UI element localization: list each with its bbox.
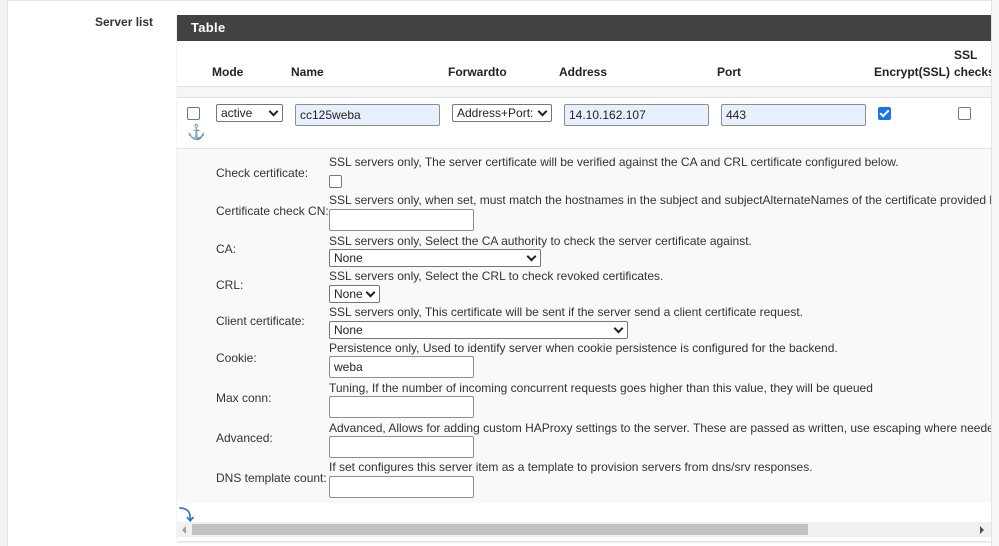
cookie-label: Cookie: xyxy=(216,351,257,365)
check-certificate-help: SSL servers only, The server certificate… xyxy=(329,155,899,169)
anchor-icon[interactable]: ⚓ xyxy=(187,123,206,141)
server-details: SSL servers only, The server certificate… xyxy=(177,149,991,503)
crl-select[interactable]: None xyxy=(329,285,380,303)
crl-help: SSL servers only, Select the CRL to chec… xyxy=(329,269,664,283)
server-list-label: Server list xyxy=(95,15,154,29)
port-input[interactable]: 443 xyxy=(721,104,866,126)
chevron-down-icon xyxy=(365,287,376,298)
panel-title: Table xyxy=(177,15,991,41)
dns-template-count-input[interactable] xyxy=(329,476,474,498)
row-select-checkbox[interactable] xyxy=(187,107,200,120)
chevron-down-icon xyxy=(613,323,624,334)
crl-select-value: None xyxy=(334,287,363,301)
column-header-mode: Mode xyxy=(212,65,244,79)
column-header-port: Port xyxy=(717,65,741,79)
top-divider xyxy=(7,0,999,1)
chevron-down-icon xyxy=(268,106,279,117)
column-header-ssl-checks-line2: checks xyxy=(954,65,991,79)
client-certificate-help: SSL servers only, This certificate will … xyxy=(329,305,803,319)
column-header-name: Name xyxy=(291,65,324,79)
advanced-input[interactable] xyxy=(329,436,474,458)
certificate-check-cn-label: Certificate check CN: xyxy=(216,204,329,218)
left-border xyxy=(0,0,8,546)
ca-label: CA: xyxy=(216,242,237,256)
chevron-down-icon xyxy=(537,106,548,117)
cookie-help: Persistence only, Used to identify serve… xyxy=(329,341,838,355)
chevron-down-icon xyxy=(526,251,537,262)
crl-label: CRL: xyxy=(216,278,244,292)
certificate-check-cn-input[interactable] xyxy=(329,209,474,231)
server-list-panel: Table Mode Name Forwardto Address Port E… xyxy=(177,15,991,541)
dns-template-count-label: DNS template count: xyxy=(216,471,327,485)
name-input[interactable]: cc125weba xyxy=(295,104,440,126)
check-certificate-label: Check certificate: xyxy=(216,166,309,180)
column-header-encrypt-ssl: Encrypt(SSL) xyxy=(874,65,951,79)
column-header-forwardto: Forwardto xyxy=(448,65,507,79)
column-header-ssl-checks-line1: SSL xyxy=(954,48,978,62)
mode-select[interactable]: active xyxy=(216,104,283,122)
scrollbar-thumb[interactable] xyxy=(192,524,808,535)
page-right-edge xyxy=(991,0,999,546)
ca-select[interactable]: None xyxy=(329,249,541,267)
max-conn-help: Tuning, If the number of incoming concur… xyxy=(329,381,873,395)
address-input[interactable]: 14.10.162.107 xyxy=(564,104,709,126)
column-header-address: Address xyxy=(559,65,608,79)
scroll-left-icon[interactable] xyxy=(182,526,186,534)
max-conn-input[interactable] xyxy=(329,396,474,418)
max-conn-label: Max conn: xyxy=(216,391,272,405)
client-certificate-select[interactable]: None xyxy=(329,321,628,339)
dns-template-count-help: If set configures this server item as a … xyxy=(329,460,813,474)
client-certificate-label: Client certificate: xyxy=(216,314,305,328)
horizontal-scrollbar[interactable] xyxy=(177,522,991,537)
forwardto-select[interactable]: Address+Port: xyxy=(452,104,552,122)
ca-select-value: None xyxy=(334,251,363,265)
advanced-label: Advanced: xyxy=(216,431,273,445)
encrypt-ssl-checkbox[interactable] xyxy=(878,107,891,120)
advanced-help: Advanced, Allows for adding custom HAPro… xyxy=(329,421,991,435)
cookie-input[interactable]: weba xyxy=(329,356,474,378)
forwardto-select-value: Address+Port: xyxy=(457,106,534,120)
certificate-check-cn-help: SSL servers only, when set, must match t… xyxy=(329,193,991,207)
ssl-checks-checkbox[interactable] xyxy=(958,107,971,120)
check-certificate-checkbox[interactable] xyxy=(329,175,342,188)
header-separator xyxy=(177,86,991,98)
scroll-right-icon[interactable] xyxy=(980,526,984,534)
mode-select-value: active xyxy=(221,106,253,120)
ca-help: SSL servers only, Select the CA authorit… xyxy=(329,234,752,248)
client-certificate-select-value: None xyxy=(334,323,363,337)
